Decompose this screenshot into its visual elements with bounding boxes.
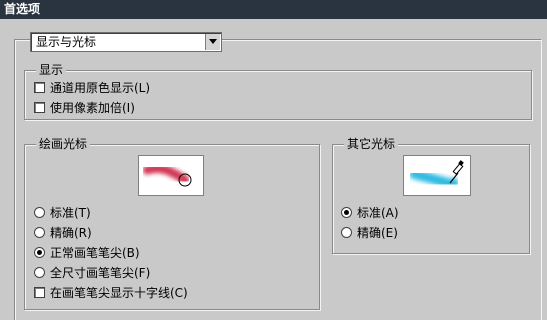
radio-label: 标准(T) [50,206,91,220]
other-cursor-preview [403,155,471,196]
section-dropdown[interactable]: 显示与光标 [30,32,222,52]
radio-label: 精确(E) [357,226,398,240]
checkbox[interactable] [34,287,45,298]
eyedropper-preview [409,160,464,189]
checkbox-label: 在画笔笔尖显示十字线(C) [50,286,188,300]
other-cursors-title: 其它光标 [344,137,399,151]
radio-button-selected[interactable] [341,207,352,218]
section-dropdown-value: 显示与光标 [36,35,97,49]
checkbox-label: 通道用原色显示(L) [50,81,151,95]
painting-cursors-title: 绘画光标 [36,137,91,151]
radio-button[interactable] [341,227,352,238]
chevron-down-icon [209,39,217,44]
radio-label: 正常画笔笔尖(B) [50,246,140,260]
dropdown-button[interactable] [205,34,220,50]
painting-cursor-preview [138,155,204,196]
checkbox[interactable] [34,82,45,93]
checkbox[interactable] [34,102,45,113]
radio-button-selected[interactable] [34,247,45,258]
checkbox-label: 使用像素加倍(I) [50,101,135,115]
brush-stroke-preview [142,164,192,187]
radio-label: 精确(R) [50,226,92,240]
radio-button[interactable] [34,207,45,218]
radio-label: 全尺寸画笔笔尖(F) [50,266,151,280]
display-group-title: 显示 [36,63,67,77]
dialog-title: 首选项 [0,0,547,19]
radio-button[interactable] [34,227,45,238]
radio-label: 标准(A) [357,206,399,220]
radio-button[interactable] [34,267,45,278]
